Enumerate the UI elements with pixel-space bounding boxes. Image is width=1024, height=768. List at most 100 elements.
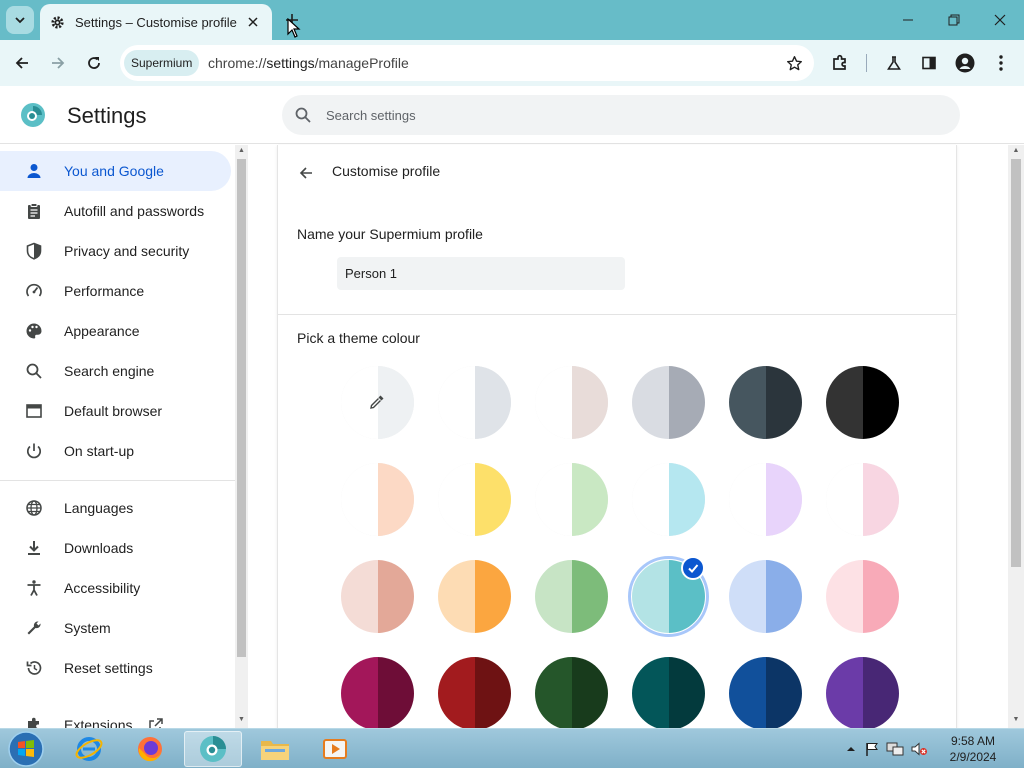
sidebar-item-you-and-google[interactable]: You and Google bbox=[0, 151, 231, 191]
swatch-right-half bbox=[377, 657, 414, 730]
scrollbar-thumb[interactable] bbox=[1011, 159, 1021, 567]
menu-button[interactable] bbox=[985, 47, 1017, 79]
swatch-right-half bbox=[377, 560, 414, 633]
sidebar-item-default-browser[interactable]: Default browser bbox=[0, 391, 231, 431]
theme-colour-swatch[interactable] bbox=[535, 463, 608, 536]
theme-colour-swatch[interactable] bbox=[729, 463, 802, 536]
swatch-left-half bbox=[826, 560, 863, 633]
taskbar-media-player[interactable] bbox=[306, 731, 364, 767]
taskbar-firefox[interactable] bbox=[121, 731, 179, 767]
start-button[interactable] bbox=[6, 730, 46, 768]
swatch-right-half bbox=[765, 560, 802, 633]
swatch-right-half bbox=[862, 366, 899, 439]
network-icon[interactable] bbox=[886, 741, 904, 757]
theme-colour-swatch[interactable] bbox=[826, 560, 899, 633]
scroll-down-arrow-icon[interactable]: ▼ bbox=[1011, 716, 1021, 726]
sidebar-item-performance[interactable]: Performance bbox=[0, 271, 231, 311]
labs-button[interactable] bbox=[878, 47, 910, 79]
sidebar-item-languages[interactable]: Languages bbox=[0, 488, 231, 528]
site-chip[interactable]: Supermium bbox=[124, 50, 200, 76]
sidebar-scrollbar[interactable]: ▲ ▼ bbox=[235, 145, 248, 728]
theme-colour-swatch[interactable] bbox=[729, 560, 802, 633]
scroll-up-arrow-icon[interactable]: ▲ bbox=[237, 147, 246, 157]
minimize-button[interactable] bbox=[886, 4, 930, 36]
tab-search-button[interactable] bbox=[6, 6, 34, 34]
extensions-button[interactable] bbox=[824, 47, 856, 79]
theme-colour-swatch[interactable] bbox=[826, 366, 899, 439]
theme-colour-swatch[interactable] bbox=[729, 366, 802, 439]
clock-time: 9:58 AM bbox=[950, 734, 996, 748]
tab-settings[interactable]: Settings – Customise profile bbox=[40, 4, 272, 40]
sidebar-item-label: Reset settings bbox=[64, 660, 153, 676]
taskbar-clock[interactable]: 9:58 AM 2/9/2024 bbox=[940, 733, 1006, 765]
swatch-left-half bbox=[438, 657, 475, 730]
reload-button[interactable] bbox=[78, 47, 110, 79]
sidebar-item-accessibility[interactable]: Accessibility bbox=[0, 568, 231, 608]
theme-colour-swatch[interactable] bbox=[341, 463, 414, 536]
sidebar-item-on-start-up[interactable]: On start-up bbox=[0, 431, 231, 471]
sidebar-item-reset-settings[interactable]: Reset settings bbox=[0, 648, 231, 688]
theme-colour-swatch[interactable] bbox=[438, 463, 511, 536]
taskbar-supermium[interactable] bbox=[184, 731, 242, 767]
back-button[interactable] bbox=[6, 47, 38, 79]
swatch-right-half bbox=[668, 463, 705, 536]
theme-colour-swatch[interactable] bbox=[535, 366, 608, 439]
scroll-down-arrow-icon[interactable]: ▼ bbox=[237, 716, 246, 726]
theme-colour-swatch[interactable] bbox=[826, 657, 899, 730]
search-input[interactable] bbox=[326, 95, 926, 135]
sidebar-item-system[interactable]: System bbox=[0, 608, 231, 648]
arrow-left-icon bbox=[15, 57, 28, 69]
profile-name-input[interactable] bbox=[337, 257, 625, 290]
theme-colour-swatch[interactable] bbox=[632, 463, 705, 536]
swatch-right-half bbox=[571, 560, 608, 633]
sidebar-item-extensions[interactable]: Extensions bbox=[0, 705, 231, 728]
volume-muted-icon[interactable] bbox=[910, 741, 928, 757]
scroll-up-arrow-icon[interactable]: ▲ bbox=[1011, 147, 1021, 157]
power-icon bbox=[24, 441, 44, 461]
swatch-left-half bbox=[341, 463, 378, 536]
tray-overflow-arrow-icon[interactable] bbox=[846, 744, 856, 754]
wrench-icon bbox=[24, 618, 44, 638]
theme-colour-swatch[interactable] bbox=[341, 560, 414, 633]
swatch-left-half bbox=[341, 657, 378, 730]
tab-close-button[interactable] bbox=[244, 13, 262, 31]
side-panel-button[interactable] bbox=[913, 47, 945, 79]
theme-colour-swatch[interactable] bbox=[632, 366, 705, 439]
address-bar[interactable]: Supermium chrome://settings/manageProfil… bbox=[120, 45, 814, 81]
main-scrollbar[interactable]: ▲ ▼ bbox=[1008, 145, 1024, 728]
swatch-left-half bbox=[632, 463, 669, 536]
theme-colour-swatch[interactable] bbox=[438, 560, 511, 633]
action-center-flag-icon[interactable] bbox=[864, 741, 880, 757]
bookmark-star-button[interactable] bbox=[784, 53, 804, 73]
taskbar-internet-explorer[interactable] bbox=[60, 731, 118, 767]
swatch-right-half bbox=[474, 366, 511, 439]
scrollbar-thumb[interactable] bbox=[237, 159, 246, 657]
theme-colour-swatch[interactable] bbox=[826, 463, 899, 536]
back-arrow-button[interactable] bbox=[294, 161, 318, 185]
sidebar-item-privacy[interactable]: Privacy and security bbox=[0, 231, 231, 271]
custom-colour-swatch[interactable] bbox=[341, 366, 414, 439]
theme-colour-swatch[interactable] bbox=[729, 657, 802, 730]
gauge-icon bbox=[24, 281, 44, 301]
sidebar-item-label: Search engine bbox=[64, 363, 155, 379]
sidebar-item-autofill[interactable]: Autofill and passwords bbox=[0, 191, 231, 231]
theme-colour-swatch[interactable] bbox=[438, 657, 511, 730]
taskbar-file-explorer[interactable] bbox=[246, 731, 304, 767]
sidebar-item-search-engine[interactable]: Search engine bbox=[0, 351, 231, 391]
forward-button[interactable] bbox=[42, 47, 74, 79]
restore-button[interactable] bbox=[932, 4, 976, 36]
theme-colour-swatch[interactable] bbox=[341, 657, 414, 730]
theme-colour-swatch[interactable] bbox=[535, 657, 608, 730]
search-settings-box[interactable] bbox=[282, 95, 960, 135]
sidebar-item-label: Downloads bbox=[64, 540, 134, 556]
sidebar-item-appearance[interactable]: Appearance bbox=[0, 311, 231, 351]
more-vertical-icon bbox=[999, 55, 1003, 71]
theme-colour-swatch[interactable] bbox=[535, 560, 608, 633]
theme-colour-swatch[interactable] bbox=[438, 366, 511, 439]
sidebar-item-downloads[interactable]: Downloads bbox=[0, 528, 231, 568]
windows-taskbar: 9:58 AM 2/9/2024 bbox=[0, 728, 1024, 768]
theme-colour-swatch[interactable] bbox=[632, 657, 705, 730]
close-window-button[interactable] bbox=[978, 4, 1022, 36]
browser-icon bbox=[24, 401, 44, 421]
profile-button[interactable] bbox=[949, 47, 981, 79]
